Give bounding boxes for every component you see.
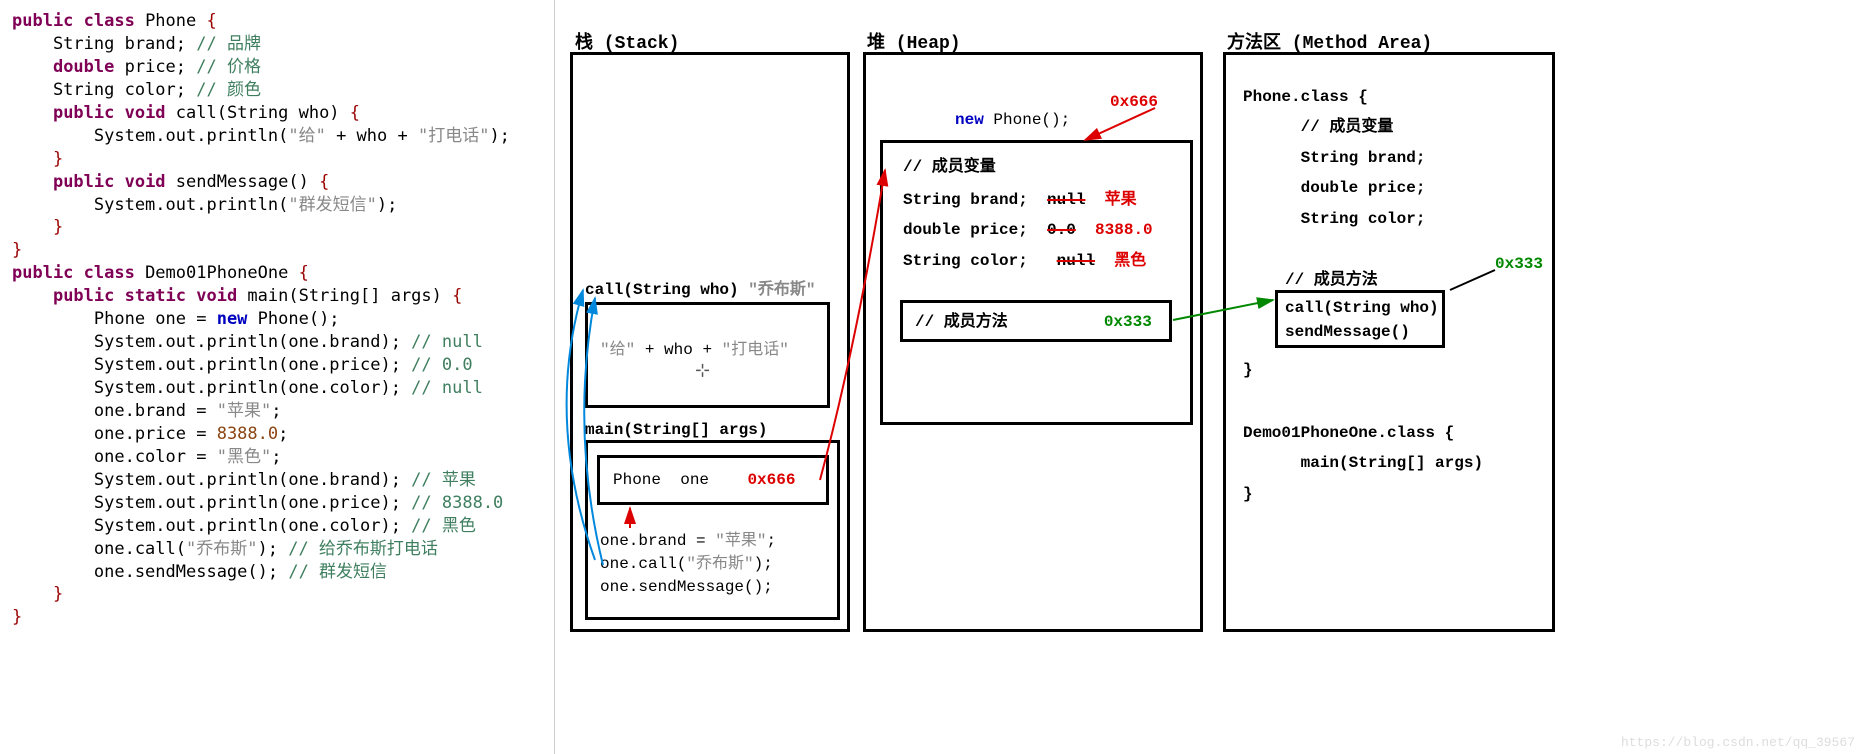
ma-demo-class: Demo01PhoneOne.class { main(String[] arg… (1243, 418, 1483, 509)
heap-mv-comment: // 成员变量 (903, 155, 996, 179)
heap-object-box (880, 140, 1193, 425)
method-area-title: 方法区 (Method Area) (1227, 28, 1432, 54)
stack-title: 栈 (Stack) (575, 28, 679, 54)
heap-new: new Phone(); (955, 108, 1070, 132)
watermark: https://blog.csdn.net/qq_39567 (1621, 735, 1855, 750)
heap-addr: 0x666 (1110, 90, 1158, 114)
diagram-panel: 栈 (Stack) call(String who) "乔布斯" "给" + w… (555, 0, 1865, 754)
main-var: Phone one 0x666 (613, 468, 795, 492)
call-frame-label: call(String who) "乔布斯" (585, 278, 815, 302)
ma-phone-class: Phone.class { // 成员变量 String brand; doub… (1243, 82, 1425, 234)
heap-fields: String brand; null 苹果 double price; 0.0 … (903, 185, 1153, 276)
call-body: "给" + who + "打电话" (600, 338, 789, 362)
heap-title: 堆 (Heap) (867, 28, 961, 54)
ma-mm-comment: // 成员方法 (1285, 268, 1378, 292)
code-panel: public class Phone { String brand; // 品牌… (0, 0, 555, 754)
main-frame-label: main(String[] args) (585, 418, 767, 442)
heap-method: // 成员方法 0x333 (915, 310, 1152, 334)
ma-addr: 0x333 (1495, 252, 1543, 276)
cursor-icon: ⊹ (695, 360, 710, 382)
ma-methods: call(String who) sendMessage() (1285, 296, 1439, 344)
main-stmts: one.brand = "苹果"; one.call("乔布斯"); one.s… (600, 530, 776, 600)
ma-close1: } (1243, 358, 1253, 382)
